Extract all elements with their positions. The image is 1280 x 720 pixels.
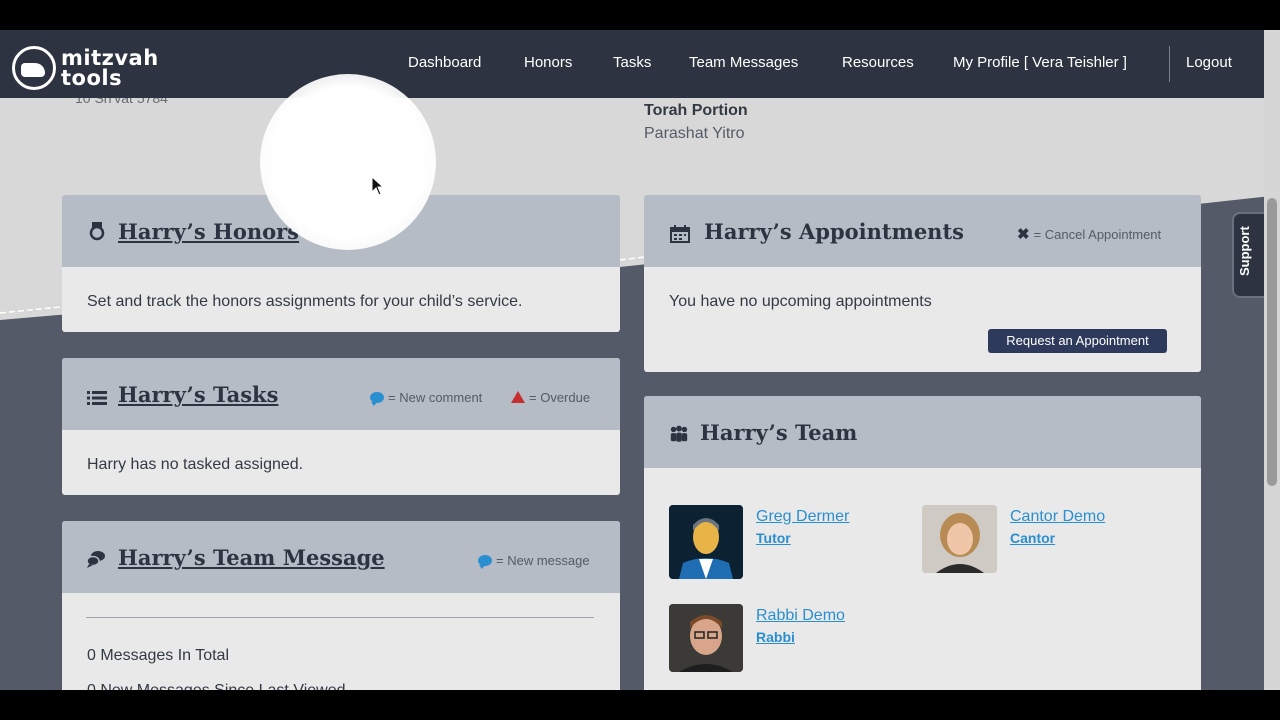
warning-icon xyxy=(511,391,525,403)
greg-dermer-avatar[interactable] xyxy=(669,505,743,579)
team-people-icon xyxy=(670,425,688,442)
torah-portion-value: Parashat Yitro xyxy=(644,125,745,142)
tasks-legend-overdue: = Overdue xyxy=(511,390,590,405)
mitzvah-tools-logo[interactable]: mitzvah tools xyxy=(12,46,172,94)
message-bubble-icon xyxy=(478,555,492,569)
support-tab[interactable]: Support xyxy=(1232,212,1264,298)
nav-separator xyxy=(1169,46,1170,82)
nav-honors[interactable]: Honors xyxy=(524,54,572,71)
cantor-portrait-icon xyxy=(922,505,997,573)
mouse-pointer-icon xyxy=(371,176,385,196)
nav-logout[interactable]: Logout xyxy=(1186,54,1232,71)
messages-new-since: 0 New Messages Since Last Viewed xyxy=(87,682,346,690)
app-viewport: 10 Sh'vat 5784 Torah Portion Parashat Yi… xyxy=(0,30,1280,690)
chat-bubbles-icon xyxy=(86,551,105,568)
team-title: Harry’s Team xyxy=(700,420,858,445)
appointments-legend-cancel-text: = Cancel Appointment xyxy=(1033,227,1162,242)
tasks-legend-comment-text: = New comment xyxy=(388,390,483,405)
member-name-link[interactable]: Rabbi Demo xyxy=(756,607,845,625)
member-name-link[interactable]: Cantor Demo xyxy=(1010,508,1105,526)
tasks-title-link[interactable]: Harry’s Tasks xyxy=(118,382,278,407)
tasks-empty-message: Harry has no tasked assigned. xyxy=(87,456,304,473)
cantor-demo-avatar[interactable] xyxy=(922,505,997,573)
messages-total: 0 Messages In Total xyxy=(87,647,230,664)
messages-divider xyxy=(86,617,594,618)
rabbi-portrait-icon xyxy=(669,604,743,672)
request-appointment-button[interactable]: Request an Appointment xyxy=(988,329,1167,353)
generic-person-avatar-icon xyxy=(669,505,743,579)
team-message-title-link[interactable]: Harry’s Team Message xyxy=(118,545,385,570)
nav-team-messages[interactable]: Team Messages xyxy=(689,54,798,71)
logo-mark-icon xyxy=(12,46,56,90)
list-icon xyxy=(87,391,107,405)
nav-resources[interactable]: Resources xyxy=(842,54,914,71)
member-name-link[interactable]: Greg Dermer xyxy=(756,508,849,526)
nav-dashboard[interactable]: Dashboard xyxy=(408,54,481,71)
page-scrollbar[interactable] xyxy=(1264,30,1280,690)
team-message-panel: Harry’s Team Message = New message 0 Mes… xyxy=(62,521,620,690)
member-role-link[interactable]: Cantor xyxy=(1010,530,1055,546)
torah-portion-label: Torah Portion xyxy=(644,102,748,119)
rabbi-demo-avatar[interactable] xyxy=(669,604,743,672)
member-role-link[interactable]: Tutor xyxy=(756,530,791,546)
member-role-link[interactable]: Rabbi xyxy=(756,629,795,645)
messages-legend-new: = New message xyxy=(478,553,590,569)
appointments-legend-cancel: ✖ = Cancel Appointment xyxy=(1017,225,1161,243)
top-navigation-bar: mitzvah tools Dashboard Honors Tasks Tea… xyxy=(0,30,1264,98)
appointments-title: Harry’s Appointments xyxy=(704,219,964,244)
tasks-panel: Harry’s Tasks = New comment = Overdue Ha… xyxy=(62,358,620,495)
comment-bubble-icon xyxy=(370,392,384,406)
cursor-highlight xyxy=(260,74,436,250)
messages-legend-new-text: = New message xyxy=(496,553,590,568)
honors-description: Set and track the honors assignments for… xyxy=(87,293,523,310)
honors-title-link[interactable]: Harry’s Honors xyxy=(118,219,299,244)
appointments-panel: Harry’s Appointments ✖ = Cancel Appointme… xyxy=(644,195,1201,372)
team-panel: Harry’s Team Greg Dermer Tutor Cantor De… xyxy=(644,396,1201,690)
scrollbar-thumb[interactable] xyxy=(1267,198,1277,486)
logo-text-line2: tools xyxy=(61,66,123,90)
calendar-icon xyxy=(670,225,690,243)
cancel-x-icon: ✖ xyxy=(1017,226,1030,243)
medal-icon xyxy=(89,222,105,241)
nav-my-profile[interactable]: My Profile [ Vera Teishler ] xyxy=(953,54,1127,71)
support-tab-label: Support xyxy=(1237,226,1252,276)
nav-tasks[interactable]: Tasks xyxy=(613,54,651,71)
tasks-legend-overdue-text: = Overdue xyxy=(529,390,591,405)
tasks-legend-comment: = New comment xyxy=(370,390,483,406)
appointments-empty-message: You have no upcoming appointments xyxy=(669,293,932,310)
